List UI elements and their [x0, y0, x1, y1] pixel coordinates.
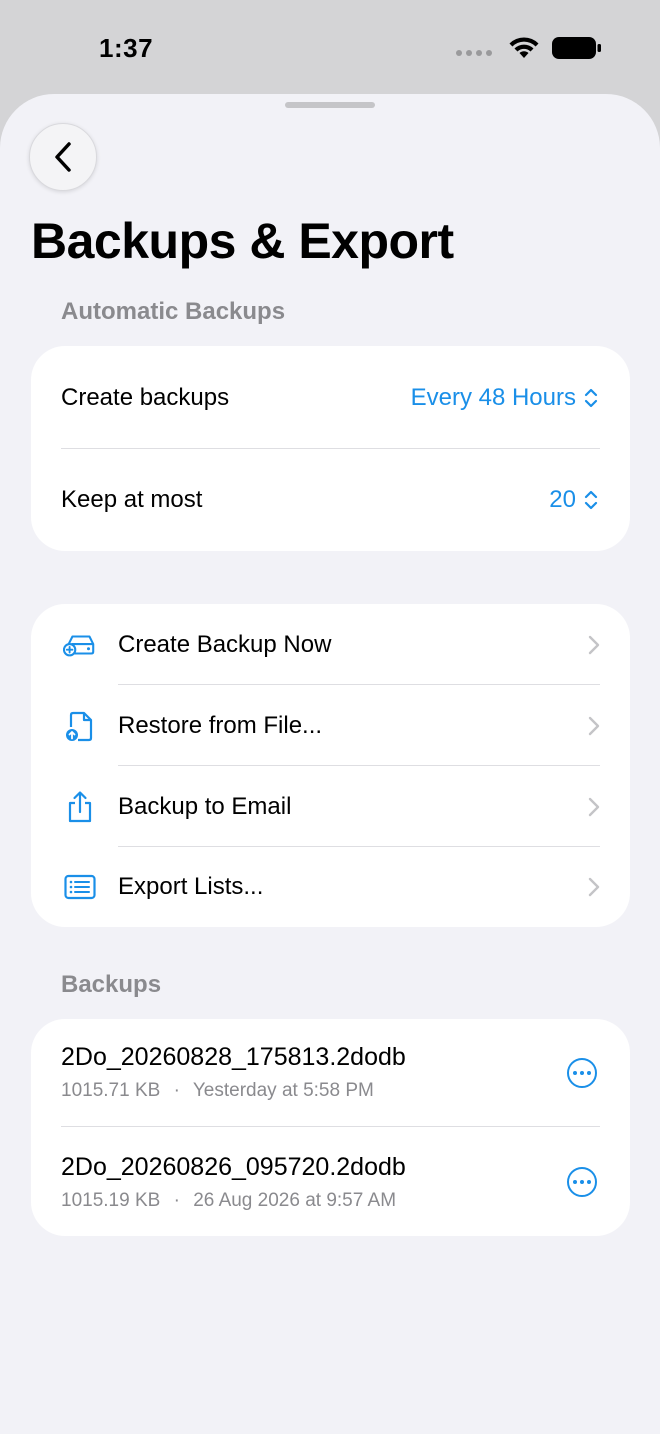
keep-at-most-row[interactable]: Keep at most 20: [31, 449, 630, 551]
backup-date: 26 Aug 2026 at 9:57 AM: [193, 1190, 397, 1211]
chevron-right-icon: [588, 635, 600, 654]
backup-to-email-row[interactable]: Backup to Email: [31, 766, 630, 847]
sheet-grabber[interactable]: [285, 102, 375, 108]
chevron-right-icon: [588, 877, 600, 897]
backup-item[interactable]: 2Do_20260828_175813.2dodb 1015.71 KB · Y…: [31, 1019, 630, 1127]
actions-card: Create Backup Now Restore from File... B…: [31, 604, 630, 927]
export-lists-row[interactable]: Export Lists...: [31, 847, 630, 927]
automatic-backups-card: Create backups Every 48 Hours Keep at mo…: [31, 346, 630, 551]
automatic-backups-header: Automatic Backups: [61, 298, 286, 325]
chevron-right-icon: [588, 797, 600, 816]
meta-separator: ·: [173, 1080, 180, 1101]
keep-at-most-picker[interactable]: 20: [549, 486, 598, 514]
create-backups-row[interactable]: Create backups Every 48 Hours: [31, 346, 630, 449]
share-icon: [63, 790, 97, 824]
backup-size: 1015.71 KB: [61, 1080, 161, 1101]
page-title: Backups & Export: [31, 213, 454, 269]
more-options-icon[interactable]: [567, 1058, 597, 1088]
back-button[interactable]: [29, 123, 97, 191]
sheet: Backups & Export Automatic Backups Creat…: [0, 94, 660, 1434]
backup-item[interactable]: 2Do_20260826_095720.2dodb 1015.19 KB · 2…: [31, 1127, 630, 1236]
add-backup-icon: [63, 628, 97, 662]
create-backups-label: Create backups: [61, 383, 230, 411]
create-backups-picker[interactable]: Every 48 Hours: [411, 384, 598, 412]
export-lists-label: Export Lists...: [118, 873, 264, 900]
battery-icon: [552, 37, 601, 59]
wifi-icon: [509, 37, 539, 58]
backup-size: 1015.19 KB: [61, 1190, 161, 1211]
more-options-icon[interactable]: [567, 1166, 597, 1197]
backup-to-email-label: Backup to Email: [118, 792, 292, 820]
chevron-left-icon: [55, 142, 71, 172]
up-down-chevron-icon: [584, 388, 598, 407]
create-backups-value: Every 48 Hours: [410, 383, 576, 411]
keep-at-most-label: Keep at most: [61, 486, 203, 513]
status-bar: 1:37: [0, 0, 660, 94]
meta-separator: ·: [173, 1190, 180, 1211]
chevron-right-icon: [588, 716, 600, 735]
restore-from-file-row[interactable]: Restore from File...: [31, 685, 630, 766]
backup-name: 2Do_20260828_175813.2dodb: [61, 1043, 406, 1071]
backup-item-text: 2Do_20260826_095720.2dodb 1015.19 KB · 2…: [61, 1153, 406, 1212]
backup-meta: 1015.19 KB · 26 Aug 2026 at 9:57 AM: [61, 1190, 406, 1212]
status-time: 1:37: [99, 33, 154, 63]
cellular-signal-icon: [456, 50, 492, 56]
restore-file-icon: [63, 709, 97, 743]
create-backup-now-label: Create Backup Now: [118, 630, 332, 658]
up-down-chevron-icon: [584, 490, 598, 510]
backups-card: 2Do_20260828_175813.2dodb 1015.71 KB · Y…: [31, 1019, 630, 1236]
backup-meta: 1015.71 KB · Yesterday at 5:58 PM: [61, 1080, 406, 1102]
status-indicators: [456, 36, 602, 60]
backup-item-text: 2Do_20260828_175813.2dodb 1015.71 KB · Y…: [61, 1043, 406, 1102]
create-backup-now-row[interactable]: Create Backup Now: [31, 604, 630, 685]
backup-name: 2Do_20260826_095720.2dodb: [61, 1153, 406, 1181]
backups-header: Backups: [61, 971, 162, 998]
keep-at-most-value: 20: [549, 486, 576, 513]
backup-date: Yesterday at 5:58 PM: [192, 1080, 374, 1101]
restore-from-file-label: Restore from File...: [118, 711, 323, 739]
list-icon: [63, 870, 97, 904]
